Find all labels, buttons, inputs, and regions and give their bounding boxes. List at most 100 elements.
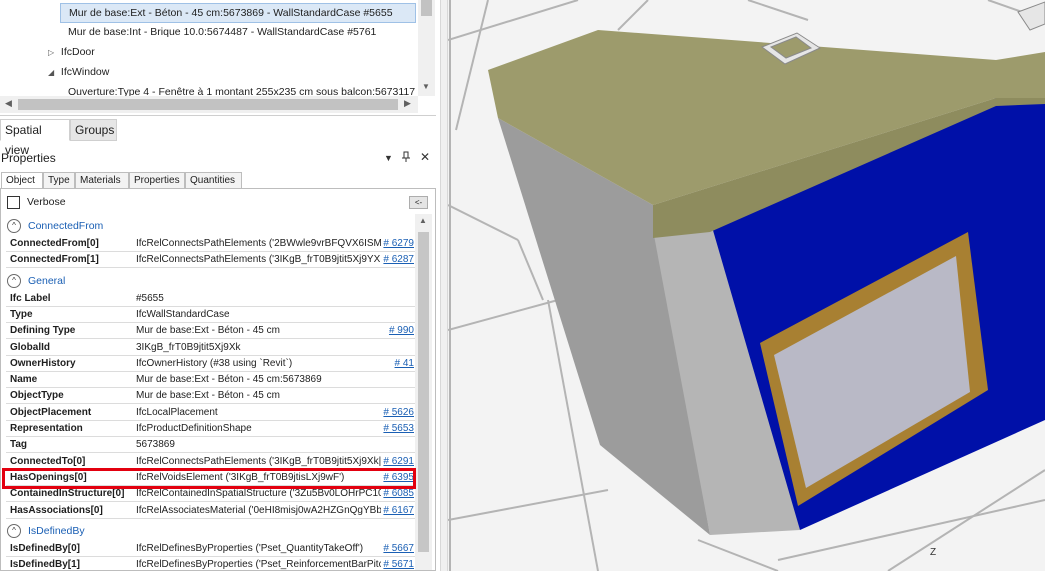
close-icon[interactable]: ✕ [420,150,430,164]
property-row[interactable]: Tag 5673869 [6,437,416,454]
property-key: Representation [10,423,83,434]
tab-groups[interactable]: Groups [70,119,117,141]
property-row[interactable]: Defining Type Mur de base:Ext - Béton - 4… [6,323,416,340]
tab-type[interactable]: Type [43,172,75,189]
property-row[interactable]: HasAssociations[0] IfcRelAssociatesMateri… [6,502,416,519]
property-key: HasOpenings[0] [10,471,87,483]
3d-scene[interactable] [448,0,1045,571]
section-title: ConnectedFrom [28,220,104,232]
scrollbar-thumb[interactable] [421,0,432,16]
tree-item-label: IfcWindow [60,66,110,78]
property-value: IfcLocalPlacement [136,406,218,418]
tree-item-wall-int[interactable]: Mur de base:Int - Brique 10.0:5674487 - … [68,22,376,42]
property-value: IfcWallStandardCase [136,308,230,320]
collapse-section-icon[interactable]: ^ [7,523,21,538]
tree-item-label: IfcDoor [60,46,95,58]
dropdown-icon[interactable]: ▼ [384,153,393,163]
scroll-down-icon[interactable]: ▼ [422,82,430,91]
verbose-checkbox[interactable] [7,196,20,209]
property-key: Name [10,374,38,386]
pin-icon[interactable] [401,151,411,166]
section-header[interactable]: ^ General [6,273,416,289]
reference-link[interactable]: # 6279 [381,236,414,251]
left-panel: Mur de base:Ext - Béton - 45 cm:5673869 … [0,0,440,571]
property-value: IfcRelContainedInSpatialStructure ('3Zu5… [136,488,386,500]
property-row[interactable]: ConnectedFrom[0] IfcRelConnectsPathElemen… [6,236,416,252]
property-key: OwnerHistory [10,357,76,369]
scroll-up-icon[interactable]: ▲ [419,216,427,225]
property-row[interactable]: GlobalId 3IKgB_frT0B9jtit5Xj9Xk [6,340,416,356]
collapse-arrow-icon[interactable]: ◢ [48,63,58,83]
property-key: ConnectedTo[0] [10,455,86,467]
property-row[interactable]: Representation IfcProductDefinitionShape #… [6,421,416,437]
reference-link[interactable]: # 41 [392,355,414,371]
reference-link[interactable]: # 6085 [381,486,414,502]
tree-item-label: Mur de base:Int - Brique 10.0:5674487 - … [68,26,377,38]
property-value: IfcRelVoidsElement ('3IKgB_frT0B9jtisLXj… [136,471,345,483]
reference-link[interactable]: # 5667 [381,540,414,556]
property-row[interactable]: ContainedInStructure[0] IfcRelContainedIn… [6,486,416,503]
property-row[interactable]: ConnectedFrom[1] IfcRelConnectsPathElemen… [6,252,416,269]
property-value: #5655 [136,292,164,304]
collapse-section-icon[interactable]: ^ [7,219,21,233]
tree-horizontal-scrollbar[interactable]: ◀ ▶ [0,96,418,113]
property-value: IfcRelDefinesByProperties ('Pset_Quantit… [136,542,364,554]
property-key: ObjectPlacement [10,406,92,418]
scroll-right-icon[interactable]: ▶ [404,98,411,109]
model-tree: Mur de base:Ext - Béton - 45 cm:5673869 … [0,0,436,116]
property-row[interactable]: IsDefinedBy[1] IfcRelDefinesByProperties … [6,557,416,571]
reference-link[interactable]: # 6167 [381,502,414,518]
collapse-section-icon[interactable]: ^ [7,273,21,288]
section-header[interactable]: ^ ConnectedFrom [6,218,416,234]
property-row[interactable]: HasOpenings[0] IfcRelVoidsElement ('3IKgB… [6,469,416,486]
property-key: IsDefinedBy[0] [10,542,81,554]
property-key: Ifc Label [10,292,51,304]
tree-item-wall-ext[interactable]: Mur de base:Ext - Béton - 45 cm:5673869 … [60,3,416,23]
reference-link[interactable]: # 6395 [381,469,414,485]
tree-vertical-scrollbar[interactable]: ▼ [418,0,435,96]
tree-item-ifcdoor[interactable]: ▷ IfcDoor [48,42,95,62]
property-row[interactable]: Name Mur de base:Ext - Béton - 45 cm:5673… [6,372,416,389]
reference-link[interactable]: # 6291 [381,453,414,469]
reference-link[interactable]: # 990 [386,323,414,339]
property-value: Mur de base:Ext - Béton - 45 cm:5673869 [136,374,322,386]
panel-splitter[interactable] [440,0,448,571]
back-button[interactable]: <- [409,196,428,209]
tab-quantities[interactable]: Quantities [185,172,242,189]
properties-title: Properties [1,151,56,165]
property-row[interactable]: IsDefinedBy[0] IfcRelDefinesByProperties … [6,540,416,557]
tree-item-ifcwindow[interactable]: ◢ IfcWindow [48,62,109,82]
property-row[interactable]: ObjectType Mur de base:Ext - Béton - 45 c… [6,388,416,405]
section-title: General [28,274,66,287]
section-header[interactable]: ^ IsDefinedBy [6,523,416,539]
reference-link[interactable]: # 5653 [381,421,414,436]
properties-header: Properties ▼ ✕ [0,148,436,168]
property-value: Mur de base:Ext - Béton - 45 cm [136,390,280,402]
scrollbar-thumb[interactable] [18,99,398,110]
axis-label-z: Z [930,547,937,558]
property-grid-scrollbar[interactable]: ▲ [415,214,432,570]
property-key: ConnectedFrom[0] [10,238,99,249]
properties-panel: Verbose <- ^ ConnectedFrom ConnectedFrom[0… [0,188,436,571]
property-row[interactable]: Type IfcWallStandardCase [6,307,416,323]
reference-link[interactable]: # 5626 [381,404,414,420]
reference-link[interactable]: # 6287 [381,252,414,268]
property-value: IfcRelConnectsPathElements ('2BWwle9vrBF… [136,238,386,249]
reference-link[interactable]: # 5671 [381,557,414,570]
tab-spatial-view[interactable]: Spatial view [0,119,70,157]
property-value: IfcProductDefinitionShape [136,423,252,434]
property-row[interactable]: Ifc Label #5655 [6,291,416,307]
tab-materials[interactable]: Materials [75,172,129,189]
scrollbar-thumb[interactable] [418,232,429,552]
property-value: IfcRelDefinesByProperties ('Pset_Reinfor… [136,559,386,571]
tab-properties[interactable]: Properties [129,172,185,189]
property-row[interactable]: ConnectedTo[0] IfcRelConnectsPathElements… [6,453,416,470]
property-key: Tag [10,439,28,451]
property-key: GlobalId [10,341,50,353]
expand-arrow-icon[interactable]: ▷ [48,43,58,63]
property-value: IfcRelAssociatesMaterial ('0eHI8misj0wA2… [136,504,386,516]
scroll-left-icon[interactable]: ◀ [5,98,12,109]
property-row[interactable]: ObjectPlacement IfcLocalPlacement # 5626 [6,404,416,421]
property-row[interactable]: OwnerHistory IfcOwnerHistory (#38 using `… [6,355,416,372]
3d-viewport[interactable]: Z [448,0,1045,571]
